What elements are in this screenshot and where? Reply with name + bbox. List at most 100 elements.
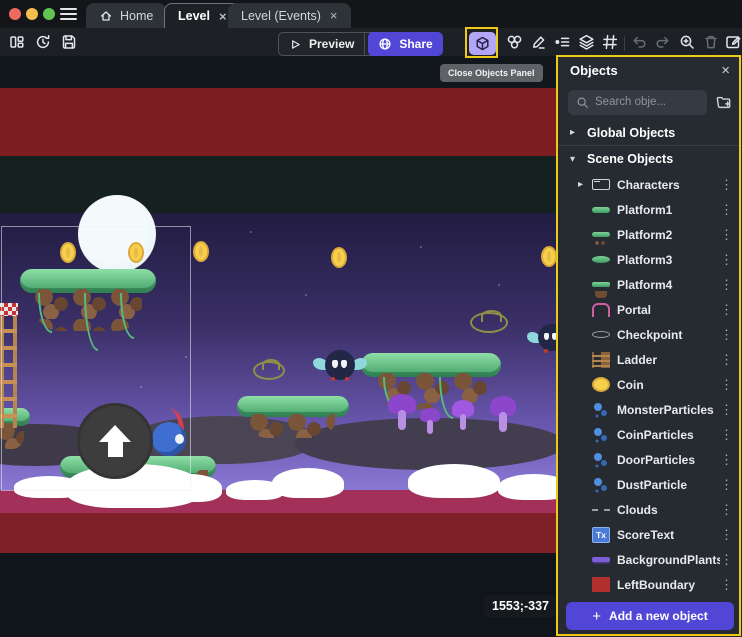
- coin-object[interactable]: [541, 246, 557, 267]
- object-groups-icon[interactable]: [504, 31, 524, 53]
- trash-icon[interactable]: [702, 31, 720, 53]
- object-row-dustparticle[interactable]: DustParticle ⋮: [558, 472, 742, 497]
- object-row-leftboundary[interactable]: LeftBoundary ⋮: [558, 572, 742, 594]
- save-icon[interactable]: [60, 31, 78, 53]
- zoom-in-icon[interactable]: [678, 31, 696, 53]
- object-row-coinparticles[interactable]: CoinParticles ⋮: [558, 422, 742, 447]
- close-panel-icon[interactable]: ×: [721, 63, 730, 78]
- play-icon: [289, 38, 302, 51]
- cloud-object[interactable]: [498, 474, 558, 500]
- monster-object[interactable]: [527, 324, 558, 354]
- object-menu-icon[interactable]: ⋮: [720, 477, 732, 493]
- preview-button-main[interactable]: Preview: [279, 33, 364, 55]
- platform-object[interactable]: [361, 353, 501, 415]
- object-row-platform4[interactable]: Platform4 ⋮: [558, 272, 742, 297]
- add-new-object-button[interactable]: + Add a new object: [566, 602, 734, 630]
- object-menu-icon[interactable]: ⋮: [720, 177, 732, 193]
- cloud-object[interactable]: [408, 464, 500, 498]
- background-plant[interactable]: [452, 400, 474, 430]
- object-label: Clouds: [617, 503, 720, 517]
- background-plant[interactable]: [490, 396, 516, 432]
- coin-object[interactable]: [193, 241, 209, 262]
- tab-close-icon[interactable]: ×: [330, 9, 338, 22]
- titlebar: Home Level × Level (Events) ×: [0, 0, 742, 28]
- boundary-thumb-icon: [592, 577, 610, 592]
- scene-bottom-boundary[interactable]: [0, 513, 558, 553]
- share-label: Share: [399, 37, 432, 51]
- object-row-coin[interactable]: Coin ⋮: [558, 372, 742, 397]
- toggle-panels-icon[interactable]: [8, 31, 26, 53]
- ufo-doodle: [253, 361, 285, 380]
- coin-object[interactable]: [331, 247, 347, 268]
- scene-top-boundary[interactable]: [0, 88, 558, 156]
- object-menu-icon[interactable]: ⋮: [720, 552, 732, 568]
- object-row-scoretext[interactable]: Tx ScoreText ⋮: [558, 522, 742, 547]
- object-menu-icon[interactable]: ⋮: [720, 502, 732, 518]
- undo-icon[interactable]: [630, 31, 648, 53]
- object-row-platform3[interactable]: Platform3 ⋮: [558, 247, 742, 272]
- objects-tree: ▸ Global Objects ▾ Scene Objects ▸ Chara…: [558, 120, 742, 594]
- collapsed-arrow-icon[interactable]: ▸: [570, 127, 578, 138]
- tab-label: Home: [120, 9, 153, 23]
- object-menu-icon[interactable]: ⋮: [720, 377, 732, 393]
- tab-home[interactable]: Home: [86, 3, 166, 28]
- object-menu-icon[interactable]: ⋮: [720, 352, 732, 368]
- object-menu-icon[interactable]: ⋮: [720, 277, 732, 293]
- object-menu-icon[interactable]: ⋮: [720, 302, 732, 318]
- object-label: Checkpoint: [617, 328, 720, 342]
- scene-properties-icon[interactable]: [723, 31, 742, 53]
- window-zoom-button[interactable]: [43, 8, 55, 20]
- object-menu-icon[interactable]: ⋮: [720, 452, 732, 468]
- object-row-doorparticles[interactable]: DoorParticles ⋮: [558, 447, 742, 472]
- history-icon[interactable]: [34, 31, 52, 53]
- object-row-platform2[interactable]: Platform2 ⋮: [558, 222, 742, 247]
- group-scene-objects[interactable]: ▾ Scene Objects: [558, 146, 742, 172]
- game-canvas[interactable]: Close Objects Panel 1553;-337: [0, 56, 558, 637]
- background-plant[interactable]: [420, 408, 440, 434]
- layers-icon[interactable]: [576, 31, 596, 53]
- search-input[interactable]: [595, 96, 685, 108]
- group-global-objects[interactable]: ▸ Global Objects: [558, 120, 742, 146]
- window-close-button[interactable]: [9, 8, 21, 20]
- folder-thumb-icon: [592, 179, 610, 190]
- window-minimize-button[interactable]: [26, 8, 38, 20]
- object-menu-icon[interactable]: ⋮: [720, 202, 732, 218]
- object-label: CoinParticles: [617, 428, 720, 442]
- object-row-ladder[interactable]: Ladder ⋮: [558, 347, 742, 372]
- object-menu-icon[interactable]: ⋮: [720, 252, 732, 268]
- instances-list-icon[interactable]: [552, 31, 572, 53]
- object-row-platform1[interactable]: Platform1 ⋮: [558, 197, 742, 222]
- object-row-characters[interactable]: ▸ Characters ⋮: [558, 172, 742, 197]
- object-row-clouds[interactable]: Clouds ⋮: [558, 497, 742, 522]
- object-row-checkpoint[interactable]: Checkpoint ⋮: [558, 322, 742, 347]
- background-plant[interactable]: [388, 394, 416, 430]
- tooltip: Close Objects Panel: [440, 64, 543, 82]
- edit-pencil-icon[interactable]: [530, 31, 548, 53]
- plants-thumb-icon: [592, 557, 610, 562]
- object-row-monsterparticles[interactable]: MonsterParticles ⋮: [558, 397, 742, 422]
- particles-thumb-icon: [592, 426, 610, 444]
- object-menu-icon[interactable]: ⋮: [720, 527, 732, 543]
- share-button[interactable]: Share: [368, 32, 443, 56]
- tab-level-events[interactable]: Level (Events) ×: [228, 3, 351, 28]
- platform-object[interactable]: [237, 396, 349, 440]
- object-search-box[interactable]: [568, 90, 707, 115]
- expanded-arrow-icon[interactable]: ▾: [570, 154, 578, 165]
- portal-thumb-icon: [592, 303, 610, 317]
- objects-panel-tool-button[interactable]: [469, 32, 496, 55]
- object-menu-icon[interactable]: ⋮: [720, 427, 732, 443]
- add-folder-icon[interactable]: [715, 94, 732, 110]
- object-menu-icon[interactable]: ⋮: [720, 327, 732, 343]
- tab-close-icon[interactable]: ×: [219, 10, 227, 23]
- cloud-object[interactable]: [272, 468, 344, 498]
- dashes-thumb-icon: [592, 509, 610, 511]
- redo-icon[interactable]: [654, 31, 672, 53]
- object-row-backgroundplants[interactable]: BackgroundPlants ⋮: [558, 547, 742, 572]
- grid-icon[interactable]: [601, 31, 619, 53]
- object-menu-icon[interactable]: ⋮: [720, 577, 732, 593]
- monster-object[interactable]: [313, 350, 367, 382]
- main-menu-icon[interactable]: [60, 8, 77, 20]
- object-menu-icon[interactable]: ⋮: [720, 402, 732, 418]
- object-menu-icon[interactable]: ⋮: [720, 227, 732, 243]
- object-row-portal[interactable]: Portal ⋮: [558, 297, 742, 322]
